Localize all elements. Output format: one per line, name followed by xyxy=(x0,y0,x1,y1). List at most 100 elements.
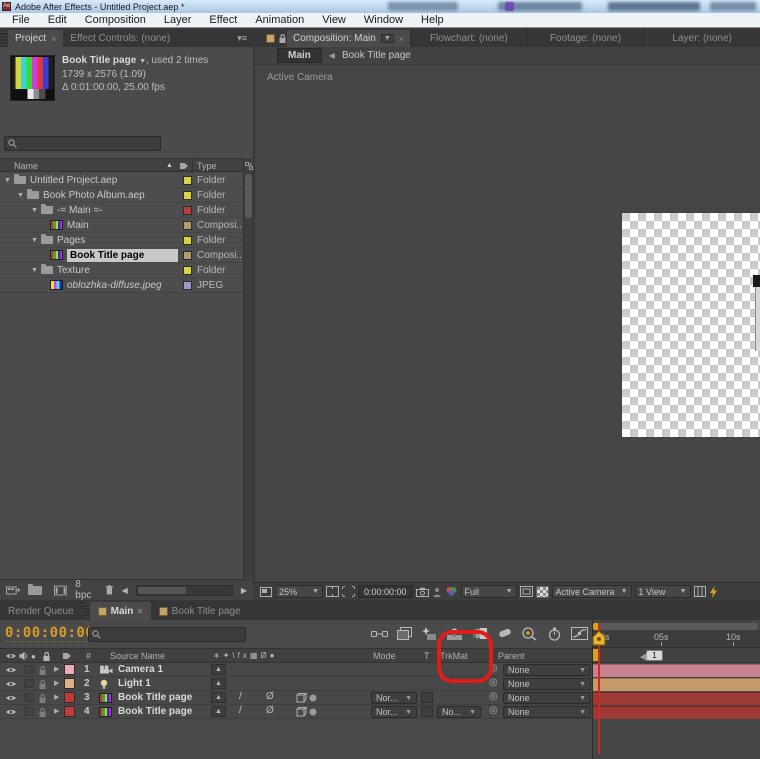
3d-layer-icon[interactable] xyxy=(296,707,318,717)
layer-bar-book-title-page-4[interactable] xyxy=(593,706,760,719)
label-color-chip[interactable] xyxy=(183,236,192,245)
quality-switch[interactable]: ▲ xyxy=(211,678,226,689)
tab-footage[interactable]: Footage: (none) xyxy=(527,30,644,47)
lock-toggle-icon[interactable] xyxy=(38,665,47,676)
panel-grip[interactable] xyxy=(1,32,7,45)
region-of-interest-icon[interactable] xyxy=(342,586,355,597)
menu-file[interactable]: File xyxy=(3,13,39,27)
blend-mode-dropdown[interactable]: Nor...▼ xyxy=(371,706,417,718)
label-color-chip[interactable] xyxy=(183,191,192,200)
parent-column-header[interactable]: Parent xyxy=(498,651,525,661)
show-snapshot-icon[interactable] xyxy=(432,587,442,597)
preserve-transparency-checkbox[interactable] xyxy=(421,706,433,717)
parent-dropdown[interactable]: None▼ xyxy=(503,706,591,718)
composition-mini-flowchart-icon[interactable] xyxy=(370,625,388,642)
trash-icon[interactable] xyxy=(105,584,114,596)
layer-name[interactable]: Camera 1 xyxy=(118,664,163,675)
parent-dropdown[interactable]: None▼ xyxy=(503,664,591,676)
lock-toggle-icon[interactable] xyxy=(38,707,47,718)
3d-layer-icon[interactable] xyxy=(296,693,318,703)
layer-expander-icon[interactable]: ▶ xyxy=(54,679,59,687)
breadcrumb-main-button[interactable]: Main xyxy=(277,48,322,63)
audio-toggle[interactable] xyxy=(24,693,34,702)
panel-menu-icon[interactable]: ▾≡ xyxy=(237,33,253,44)
close-icon[interactable]: × xyxy=(51,34,56,44)
disclosure-triangle-icon[interactable]: ▼ xyxy=(17,192,27,199)
menu-window[interactable]: Window xyxy=(355,13,412,27)
magnification-dropdown[interactable]: 25%▼ xyxy=(275,585,323,598)
show-channel-icon[interactable] xyxy=(445,586,458,597)
parent-dropdown[interactable]: None▼ xyxy=(503,692,591,704)
best-quality-icon[interactable]: / xyxy=(239,705,242,716)
quality-switch[interactable]: ▲ xyxy=(211,706,226,717)
label-color-chip[interactable] xyxy=(183,221,192,230)
layer-bar-book-title-page-3[interactable] xyxy=(593,692,760,705)
layer-label-swatch[interactable] xyxy=(64,706,75,717)
layer-name[interactable]: Light 1 xyxy=(118,678,151,689)
auto-keyframe-stopwatch-icon[interactable] xyxy=(545,625,563,642)
project-row-pages[interactable]: ▼ Pages Folder xyxy=(0,233,243,248)
brainstorm-icon[interactable] xyxy=(495,625,513,642)
layer-label-swatch[interactable] xyxy=(64,678,75,689)
layer-bar-light-1[interactable] xyxy=(593,678,760,691)
lock-icon[interactable] xyxy=(278,33,287,44)
tab-project[interactable]: Project × xyxy=(8,30,63,47)
column-name-header[interactable]: Name xyxy=(14,161,38,171)
project-search-input[interactable] xyxy=(17,138,157,149)
label-color-chip[interactable] xyxy=(183,176,192,185)
mode-column-header[interactable]: Mode xyxy=(373,651,396,661)
label-color-chip[interactable] xyxy=(183,206,192,215)
layer-row-light-1[interactable]: ▶ 2 Light 1 ▲ ◎ None▼ xyxy=(0,677,592,691)
parent-pickwhip-icon[interactable]: ◎ xyxy=(489,705,498,716)
tab-render-queue[interactable]: Render Queue xyxy=(0,602,82,620)
menu-view[interactable]: View xyxy=(313,13,355,27)
tab-timeline-main[interactable]: Main × xyxy=(90,602,151,620)
layer-label-swatch[interactable] xyxy=(64,664,75,675)
layer-row-book-title-page-3[interactable]: ▶ 3 Book Title page ▲ / Ø Nor...▼ ◎ None… xyxy=(0,691,592,705)
parent-pickwhip-icon[interactable]: ◎ xyxy=(489,691,498,702)
playhead-handle[interactable] xyxy=(592,631,606,647)
layer-label-swatch[interactable] xyxy=(64,692,75,703)
project-row-book-title-page[interactable]: Book Title page Composi... xyxy=(0,248,243,263)
tab-effect-controls[interactable]: Effect Controls: (none) xyxy=(63,30,177,47)
pixel-aspect-correction-icon[interactable] xyxy=(694,586,706,597)
panel-grip[interactable] xyxy=(83,604,89,618)
target-region-icon[interactable] xyxy=(520,586,533,597)
best-quality-icon[interactable]: / xyxy=(239,691,242,702)
work-area-bar[interactable] xyxy=(593,623,758,630)
project-flowchart-icon[interactable] xyxy=(245,162,253,170)
safe-margins-icon[interactable] xyxy=(326,586,339,597)
lock-toggle-icon[interactable] xyxy=(38,679,47,690)
scrollbar-thumb[interactable] xyxy=(245,174,252,218)
video-toggle-icon[interactable] xyxy=(5,666,17,674)
solo-column-icon[interactable]: ● xyxy=(31,652,36,661)
effects-toggle-icon[interactable]: Ø xyxy=(266,691,274,702)
graph-editor-icon[interactable] xyxy=(570,625,588,642)
tab-layer[interactable]: Layer: (none) xyxy=(643,30,760,47)
view-layout-dropdown[interactable]: 1 View▼ xyxy=(635,585,691,598)
video-toggle-icon[interactable] xyxy=(5,694,17,702)
footage-thumbnail[interactable] xyxy=(10,55,55,101)
viewport-timecode[interactable]: 0:00:00:00 xyxy=(358,585,413,598)
frame-blending-icon[interactable] xyxy=(445,625,463,642)
tab-flowchart[interactable]: Flowchart: (none) xyxy=(410,30,527,47)
track-matte-dropdown[interactable]: No...▼ xyxy=(437,706,481,718)
timeline-search-input[interactable] xyxy=(101,629,242,640)
menu-effect[interactable]: Effect xyxy=(200,13,246,27)
disclosure-triangle-icon[interactable]: ▼ xyxy=(4,177,14,184)
active-camera-dropdown[interactable]: Active Camera▼ xyxy=(552,585,632,598)
layer-switches-header-icons[interactable]: ∗✦\fx▦Ø● xyxy=(213,651,277,660)
parent-dropdown[interactable]: None▼ xyxy=(503,678,591,690)
parent-pickwhip-icon[interactable]: ◎ xyxy=(489,663,498,674)
trkmat-column-header[interactable]: TrkMat xyxy=(440,651,468,661)
project-row-texture[interactable]: ▼ Texture Folder xyxy=(0,263,243,278)
tab-composition-main[interactable]: Composition: Main ▼ × xyxy=(287,30,410,47)
layer-expander-icon[interactable]: ▶ xyxy=(54,665,59,673)
source-name-column-header[interactable]: Source Name xyxy=(110,651,165,661)
project-row-untitled[interactable]: ▼ Untitled Project.aep Folder xyxy=(0,173,243,188)
audio-column-icon[interactable] xyxy=(19,651,28,661)
column-type-header[interactable]: Type xyxy=(197,161,217,171)
project-row-oblozhka-diffuse[interactable]: oblozhka-diffuse.jpeg JPEG xyxy=(0,278,243,293)
tab-timeline-book-title-page[interactable]: Book Title page xyxy=(151,602,249,620)
effects-toggle-icon[interactable]: Ø xyxy=(266,705,274,716)
